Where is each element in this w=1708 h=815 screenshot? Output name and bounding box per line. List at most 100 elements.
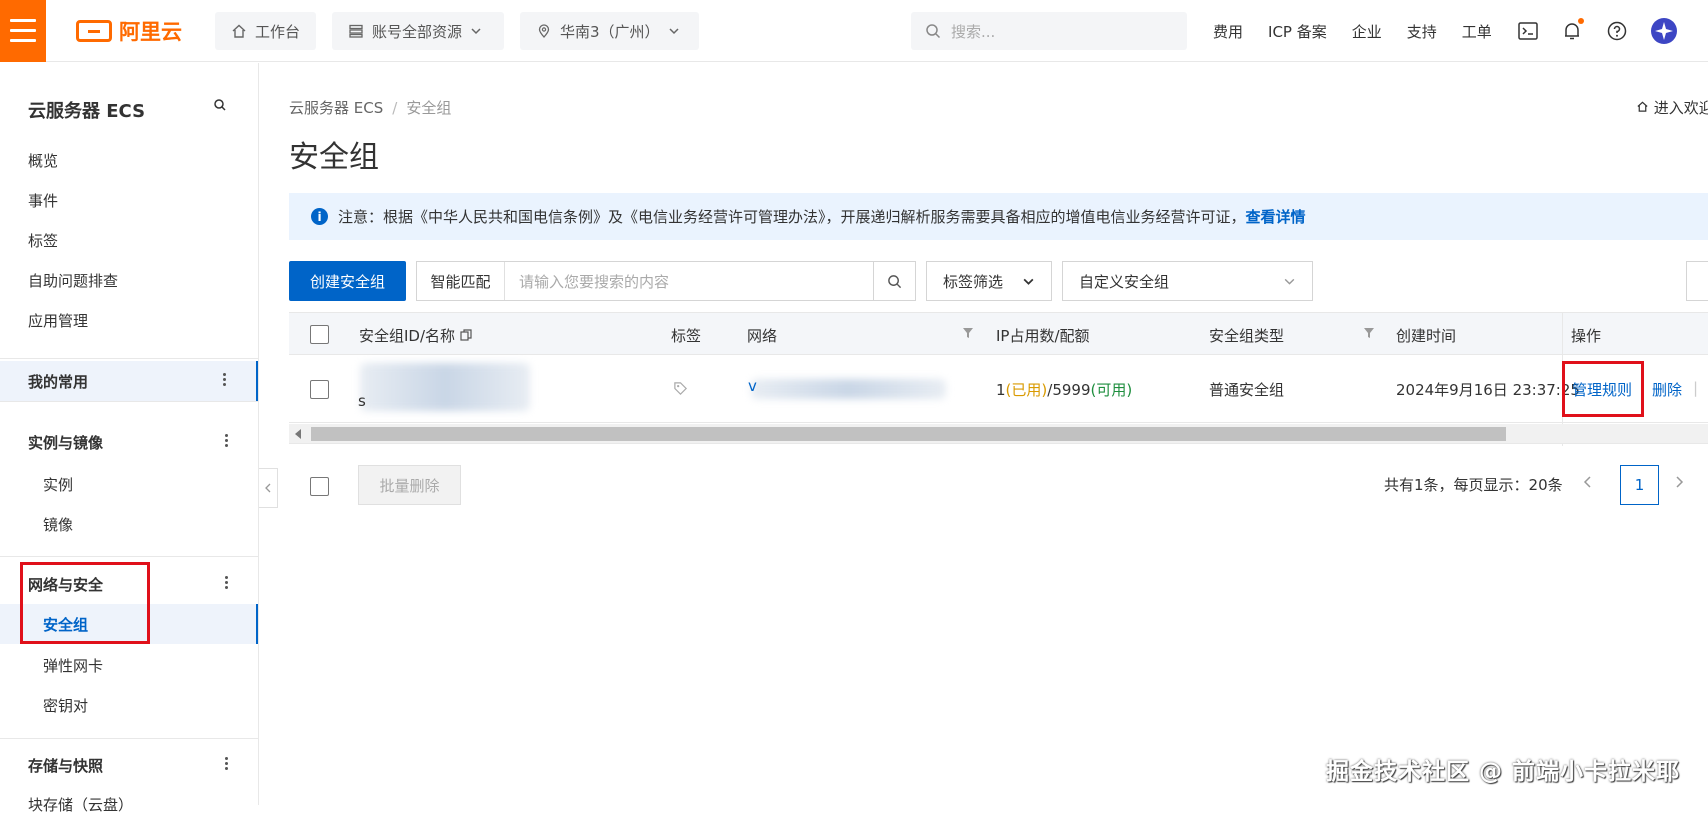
pagination-total: 共有1条，每页显示：20条 bbox=[1384, 476, 1563, 494]
create-security-group-button[interactable]: 创建安全组 bbox=[289, 261, 406, 301]
notice-details-link[interactable]: 查看详情 bbox=[1246, 208, 1306, 226]
search-button[interactable] bbox=[873, 262, 915, 300]
sidebar-title: 云服务器 ECS bbox=[28, 101, 146, 122]
sidebar-item-app-management[interactable]: 应用管理 bbox=[28, 310, 88, 331]
search-input[interactable]: 请输入您要搜索的内容 bbox=[505, 262, 873, 300]
welcome-link[interactable]: 进入欢迎页 bbox=[1636, 97, 1708, 118]
footer-select-all-checkbox[interactable] bbox=[310, 477, 329, 496]
sidebar-group-storage[interactable]: 存储与快照 bbox=[0, 745, 258, 785]
sidebar-divider bbox=[0, 358, 258, 359]
page-1-button[interactable]: 1 bbox=[1620, 465, 1659, 505]
tag-filter-dropdown[interactable]: 标签筛选 bbox=[926, 261, 1052, 301]
scroll-thumb[interactable] bbox=[311, 427, 1506, 441]
custom-group-label: 自定义安全组 bbox=[1079, 272, 1170, 291]
search-group: 智能匹配 请输入您要搜索的内容 bbox=[416, 261, 916, 301]
header-id-name: 安全组ID/名称 bbox=[359, 325, 472, 346]
sidebar-search-icon[interactable] bbox=[213, 98, 227, 116]
link-icp[interactable]: ICP 备案 bbox=[1268, 21, 1327, 42]
tag-icon[interactable] bbox=[673, 381, 688, 396]
header-actions: 操作 bbox=[1571, 327, 1602, 345]
location-pin-icon bbox=[538, 24, 550, 38]
home-icon bbox=[232, 24, 246, 38]
header-created: 创建时间 bbox=[1396, 327, 1457, 345]
link-enterprise[interactable]: 企业 bbox=[1352, 21, 1382, 42]
sidebar-item-overview[interactable]: 概览 bbox=[28, 150, 58, 171]
ip-quota: 5999 bbox=[1052, 381, 1091, 399]
notice-text: 注意：根据《中华人民共和国电信条例》及《电信业务经营许可管理办法》，开展递归解析… bbox=[338, 208, 1246, 226]
sidebar-item-instances[interactable]: 实例 bbox=[43, 474, 73, 495]
breadcrumb-ecs[interactable]: 云服务器 ECS bbox=[289, 99, 383, 117]
table-row: s v 1(已用)/5999(可用) 普通安全组 2024年9月16日 23:3… bbox=[289, 355, 1708, 423]
select-all-checkbox[interactable] bbox=[310, 325, 329, 344]
copy-icon[interactable] bbox=[460, 329, 472, 341]
header-ip-quota: IP占用数/配额 bbox=[996, 327, 1090, 345]
favorites-label: 我的常用 bbox=[28, 372, 89, 391]
header-tags: 标签 bbox=[671, 327, 702, 345]
security-group-type: 普通安全组 bbox=[1209, 381, 1285, 399]
aliyun-logo-icon bbox=[76, 19, 112, 42]
sidebar-group-favorites[interactable]: 我的常用 bbox=[0, 361, 258, 401]
global-search-input[interactable]: 搜索... bbox=[911, 12, 1187, 50]
more-icon[interactable] bbox=[225, 434, 228, 447]
sidebar-item-troubleshoot[interactable]: 自助问题排查 bbox=[28, 270, 118, 291]
watermark: 掘金技术社区 @ 前端小卡拉米耶 bbox=[1326, 759, 1681, 785]
filter-icon[interactable] bbox=[962, 327, 974, 339]
user-avatar[interactable] bbox=[1651, 18, 1677, 44]
prev-page-icon[interactable] bbox=[1583, 474, 1593, 493]
network-id-link[interactable]: v bbox=[748, 377, 757, 395]
horizontal-scrollbar[interactable] bbox=[289, 424, 1708, 444]
sidebar-item-tags[interactable]: 标签 bbox=[28, 230, 58, 251]
chevron-down-icon bbox=[471, 28, 481, 35]
region-label: 华南3（广州） bbox=[560, 22, 660, 41]
welcome-label: 进入欢迎页 bbox=[1653, 99, 1708, 117]
security-group-id[interactable]: s bbox=[358, 392, 366, 410]
menu-icon[interactable] bbox=[0, 0, 46, 62]
help-icon[interactable] bbox=[1604, 18, 1630, 44]
highlight-box bbox=[20, 562, 150, 644]
info-icon: i bbox=[311, 208, 328, 225]
sidebar-divider bbox=[0, 401, 258, 402]
sidebar-item-eni[interactable]: 弹性网卡 bbox=[43, 655, 103, 676]
bell-icon[interactable] bbox=[1559, 18, 1585, 44]
redacted-network bbox=[751, 379, 946, 399]
link-support[interactable]: 支持 bbox=[1407, 21, 1437, 42]
page-title: 安全组 bbox=[289, 140, 379, 175]
filter-icon[interactable] bbox=[1363, 327, 1375, 339]
terminal-icon[interactable] bbox=[1515, 18, 1541, 44]
delete-link[interactable]: 删除 bbox=[1652, 379, 1682, 400]
table-header: 安全组ID/名称 标签 网络 IP占用数/配额 安全组类型 创建时间 操作 bbox=[289, 312, 1708, 355]
link-billing[interactable]: 费用 bbox=[1213, 21, 1243, 42]
scroll-left-arrow-icon[interactable] bbox=[295, 429, 301, 439]
sidebar-item-images[interactable]: 镜像 bbox=[43, 514, 73, 535]
link-ticket[interactable]: 工单 bbox=[1462, 21, 1492, 42]
redacted-id bbox=[360, 363, 530, 411]
home-icon bbox=[1637, 101, 1648, 112]
batch-delete-button[interactable]: 批量删除 bbox=[358, 465, 461, 505]
ip-used-label: (已用) bbox=[1005, 381, 1048, 399]
custom-group-dropdown[interactable]: 自定义安全组 bbox=[1062, 261, 1313, 301]
settings-gear-icon[interactable] bbox=[1686, 261, 1708, 301]
header-network: 网络 bbox=[747, 327, 778, 345]
resource-selector[interactable]: 账号全部资源 bbox=[332, 12, 504, 50]
sidebar-collapse-handle[interactable] bbox=[259, 468, 278, 508]
notice-banner: i 注意：根据《中华人民共和国电信条例》及《电信业务经营许可管理办法》，开展递归… bbox=[289, 193, 1708, 240]
row-checkbox[interactable] bbox=[310, 380, 329, 399]
tag-filter-label: 标签筛选 bbox=[943, 272, 1004, 291]
brand-logo[interactable]: 阿里云 bbox=[76, 16, 182, 46]
more-icon[interactable] bbox=[225, 576, 228, 589]
chevron-down-icon bbox=[1284, 278, 1295, 285]
sidebar-divider bbox=[0, 738, 258, 739]
more-icon[interactable] bbox=[223, 373, 226, 386]
chevron-left-icon bbox=[265, 483, 271, 493]
sidebar-item-events[interactable]: 事件 bbox=[28, 190, 58, 211]
workbench-button[interactable]: 工作台 bbox=[215, 12, 317, 50]
next-page-icon[interactable] bbox=[1674, 474, 1684, 493]
breadcrumb: 云服务器 ECS / 安全组 bbox=[289, 97, 451, 118]
search-mode-select[interactable]: 智能匹配 bbox=[417, 262, 505, 300]
sidebar-item-keypair[interactable]: 密钥对 bbox=[43, 695, 88, 716]
search-icon bbox=[888, 274, 902, 288]
sidebar-group-instances[interactable]: 实例与镜像 bbox=[0, 422, 258, 462]
ip-available-label: (可用) bbox=[1090, 381, 1133, 399]
more-icon[interactable] bbox=[225, 757, 228, 770]
region-selector[interactable]: 华南3（广州） bbox=[520, 12, 699, 50]
